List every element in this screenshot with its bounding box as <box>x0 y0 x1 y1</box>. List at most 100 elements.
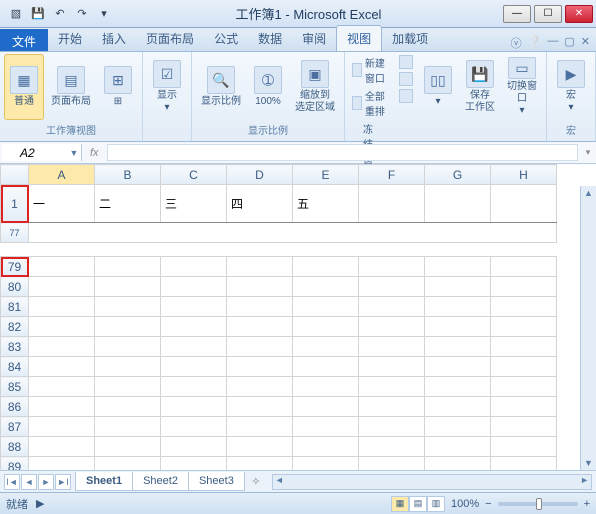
formula-expand-icon[interactable]: ▾ <box>580 142 596 163</box>
sheet-nav-last-icon[interactable]: ►I <box>55 474 71 490</box>
qat-dropdown-icon[interactable]: ▾ <box>94 4 114 24</box>
tab-data[interactable]: 数据 <box>248 26 292 51</box>
row-header-85[interactable]: 85 <box>1 377 29 397</box>
col-header-C[interactable]: C <box>161 165 227 185</box>
col-header-E[interactable]: E <box>293 165 359 185</box>
sheet-tab-2[interactable]: Sheet2 <box>132 472 189 491</box>
tab-page-layout[interactable]: 页面布局 <box>136 26 204 51</box>
name-box[interactable]: A2 ▼ <box>2 144 82 161</box>
row-header-79[interactable]: 79 <box>1 257 29 277</box>
cell-B1[interactable]: 二 <box>95 185 161 223</box>
maximize-button[interactable]: ☐ <box>534 5 562 23</box>
cell-H1[interactable] <box>491 185 557 223</box>
row-header-80[interactable]: 80 <box>1 277 29 297</box>
excel-icon[interactable]: ▧ <box>6 4 26 24</box>
status-page-break-icon[interactable]: ▥ <box>427 496 445 512</box>
mdi-close-icon[interactable]: ✕ <box>581 35 590 51</box>
status-normal-view-icon[interactable]: ▦ <box>391 496 409 512</box>
formula-input[interactable] <box>107 144 578 161</box>
save-workspace-button[interactable]: 💾 保存 工作区 <box>460 54 500 120</box>
help-icon[interactable]: ❔ <box>528 35 542 51</box>
zoom-selection-button[interactable]: ▣ 缩放到 选定区域 <box>290 54 340 120</box>
tab-insert[interactable]: 插入 <box>92 26 136 51</box>
col-header-G[interactable]: G <box>425 165 491 185</box>
cell-A1[interactable]: 一 <box>29 185 95 223</box>
new-sheet-icon[interactable]: ✧ <box>244 475 268 488</box>
normal-view-button[interactable]: ▦ 普通 <box>4 54 44 120</box>
close-button[interactable]: ✕ <box>565 5 593 23</box>
sheet-nav-prev-icon[interactable]: ◄ <box>21 474 37 490</box>
zoom-button[interactable]: 🔍 显示比例 <box>196 54 246 120</box>
row-header-86[interactable]: 86 <box>1 397 29 417</box>
col-header-F[interactable]: F <box>359 165 425 185</box>
row-header-81[interactable]: 81 <box>1 297 29 317</box>
save-icon[interactable]: 💾 <box>28 4 48 24</box>
page-break-view-button[interactable]: ⊞ ⊞ <box>98 54 138 120</box>
switch-windows-button[interactable]: ▭ 切换窗口 ▾ <box>502 54 542 120</box>
tab-formulas[interactable]: 公式 <box>204 26 248 51</box>
zoom-100-button[interactable]: ➀ 100% <box>248 54 288 120</box>
row-header-82[interactable]: 82 <box>1 317 29 337</box>
tab-review[interactable]: 审阅 <box>292 26 336 51</box>
zoom-slider[interactable] <box>498 502 578 506</box>
tab-file[interactable]: 文件 <box>0 29 48 51</box>
select-all-corner[interactable] <box>1 165 29 185</box>
zoom-100-icon: ➀ <box>254 66 282 94</box>
sheet-nav-first-icon[interactable]: I◄ <box>4 474 20 490</box>
row-header-88[interactable]: 88 <box>1 437 29 457</box>
status-macro-icon[interactable]: ▶ <box>36 497 44 510</box>
arrange-all-button[interactable]: 全部重排 <box>349 87 394 119</box>
vertical-scrollbar[interactable] <box>580 186 596 470</box>
sheet-tab-1[interactable]: Sheet1 <box>75 472 133 491</box>
zoom-percent[interactable]: 100% <box>451 498 479 510</box>
title-bar: ▧ 💾 ↶ ↷ ▾ 工作簿1 - Microsoft Excel — ☐ ✕ <box>0 0 596 28</box>
zoom-out-button[interactable]: − <box>485 498 491 510</box>
split-button[interactable] <box>396 54 416 70</box>
zoom-slider-thumb[interactable] <box>536 498 542 510</box>
switch-windows-icon: ▭ <box>508 57 536 79</box>
status-ready: 就绪 <box>6 496 28 512</box>
cell-E1[interactable]: 五 <box>293 185 359 223</box>
col-header-D[interactable]: D <box>227 165 293 185</box>
cell-G1[interactable] <box>425 185 491 223</box>
sheet-nav-next-icon[interactable]: ► <box>38 474 54 490</box>
name-box-dropdown-icon[interactable]: ▼ <box>67 148 81 158</box>
hide-button[interactable] <box>396 71 416 87</box>
cell-C1[interactable]: 三 <box>161 185 227 223</box>
tab-view[interactable]: 视图 <box>336 25 382 51</box>
cell-F1[interactable] <box>359 185 425 223</box>
tab-addins[interactable]: 加载项 <box>382 26 438 51</box>
row-header-collapsed[interactable]: 77 <box>1 223 29 243</box>
fx-icon[interactable]: fx <box>90 147 99 159</box>
zoom-in-button[interactable]: + <box>584 498 590 510</box>
sheet-tab-3[interactable]: Sheet3 <box>188 472 245 491</box>
col-header-H[interactable]: H <box>491 165 557 185</box>
undo-icon[interactable]: ↶ <box>50 4 70 24</box>
row-header-87[interactable]: 87 <box>1 417 29 437</box>
cell-D1[interactable]: 四 <box>227 185 293 223</box>
cell[interactable] <box>29 257 95 277</box>
arrange-all-icon <box>352 96 362 110</box>
show-button[interactable]: ☑ 显示 ▾ <box>147 54 187 120</box>
row-header-83[interactable]: 83 <box>1 337 29 357</box>
minimize-button[interactable]: — <box>503 5 531 23</box>
new-window-button[interactable]: 新建窗口 <box>349 54 394 86</box>
status-page-layout-icon[interactable]: ▤ <box>409 496 427 512</box>
row-header-1[interactable]: 1 <box>1 185 29 223</box>
row-header-84[interactable]: 84 <box>1 357 29 377</box>
mdi-minimize-icon[interactable]: — <box>547 35 558 51</box>
col-header-B[interactable]: B <box>95 165 161 185</box>
ribbon-minimize-icon[interactable]: ⓥ <box>511 35 522 51</box>
cell-collapsed[interactable] <box>29 223 557 243</box>
mdi-restore-icon[interactable]: ▢ <box>564 35 574 51</box>
horizontal-scrollbar[interactable] <box>272 474 592 490</box>
zoom-selection-icon: ▣ <box>301 60 329 88</box>
macros-button[interactable]: ▶ 宏 ▾ <box>551 54 591 120</box>
view-side-button[interactable]: ▯▯ ▾ <box>418 54 458 120</box>
tab-home[interactable]: 开始 <box>48 26 92 51</box>
col-header-A[interactable]: A <box>29 165 95 185</box>
unhide-button[interactable] <box>396 88 416 104</box>
redo-icon[interactable]: ↷ <box>72 4 92 24</box>
page-layout-view-button[interactable]: ▤ 页面布局 <box>46 54 96 120</box>
spreadsheet-grid[interactable]: A B C D E F G H 1 一 二 三 四 五 77 79 80 81 … <box>0 164 557 497</box>
